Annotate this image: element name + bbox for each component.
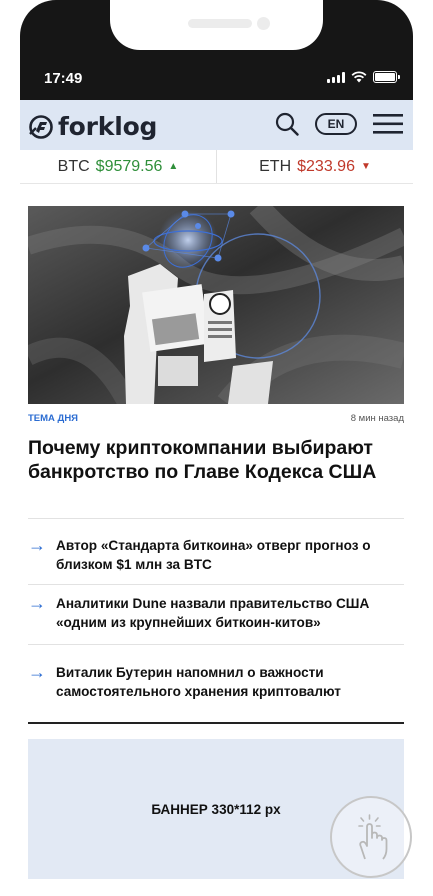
- news-item[interactable]: → Аналитики Dune назвали правительство С…: [28, 594, 404, 632]
- header-actions: EN: [275, 112, 403, 136]
- eth-symbol: ETH: [259, 157, 292, 175]
- news-item[interactable]: → Автор «Стандарта биткоина» отверг прог…: [28, 536, 404, 574]
- status-icons: [327, 71, 400, 83]
- btc-ticker[interactable]: BTC $9579.56 ▲: [20, 150, 217, 183]
- status-time: 17:49: [44, 70, 83, 87]
- eth-ticker[interactable]: ETH $233.96 ▼: [217, 150, 413, 183]
- wifi-icon: [351, 71, 367, 83]
- eth-down-arrow-icon: ▼: [360, 161, 371, 172]
- site-header: forklog EN: [20, 100, 413, 150]
- right-margin: [413, 0, 433, 896]
- news-title: Аналитики Dune назвали правительство США…: [56, 596, 370, 630]
- eth-price: $233.96: [297, 157, 355, 175]
- signal-icon: [327, 71, 345, 83]
- arrow-right-icon: →: [28, 535, 46, 555]
- hero-illustration: [28, 206, 404, 404]
- speaker: [188, 19, 252, 28]
- arrow-right-icon: →: [28, 593, 46, 613]
- status-bar: 17:49: [20, 56, 413, 100]
- language-button[interactable]: EN: [315, 113, 357, 135]
- btc-up-arrow-icon: ▲: [168, 161, 179, 172]
- camera: [257, 17, 270, 30]
- hero-time: 8 мин назад: [350, 413, 404, 424]
- topic-tag[interactable]: ТЕМА ДНЯ: [28, 413, 78, 424]
- price-ticker: BTC $9579.56 ▲ ETH $233.96 ▼: [20, 150, 413, 184]
- tap-gesture-icon: [330, 796, 412, 878]
- banner-label: БАННЕР 330*112 px: [151, 801, 281, 817]
- divider: [28, 518, 404, 519]
- forklog-logo-icon: [29, 114, 53, 139]
- phone-frame: 17:49 forklog EN BTC $9579.56 ▲ ETH $233…: [0, 0, 433, 896]
- btc-symbol: BTC: [57, 157, 90, 175]
- hero-headline[interactable]: Почему криптокомпании выбирают банкротст…: [28, 436, 404, 484]
- forklog-logo[interactable]: forklog: [28, 112, 157, 141]
- arrow-right-icon: →: [28, 662, 46, 682]
- search-icon[interactable]: [275, 112, 299, 136]
- menu-icon[interactable]: [373, 113, 403, 135]
- section-divider: [28, 722, 404, 724]
- news-title: Виталик Бутерин напомнил о важности само…: [56, 665, 341, 699]
- battery-icon: [373, 71, 400, 83]
- left-margin: [0, 0, 20, 896]
- divider: [28, 584, 404, 585]
- btc-price: $9579.56: [95, 157, 163, 175]
- divider: [28, 644, 404, 645]
- hero-image[interactable]: [28, 206, 404, 404]
- hero-meta: ТЕМА ДНЯ 8 мин назад: [28, 413, 404, 424]
- notch-inner: [110, 0, 323, 50]
- logo-text: forklog: [58, 112, 158, 141]
- news-item[interactable]: → Виталик Бутерин напомнил о важности са…: [28, 663, 404, 701]
- news-title: Автор «Стандарта биткоина» отверг прогно…: [56, 538, 371, 572]
